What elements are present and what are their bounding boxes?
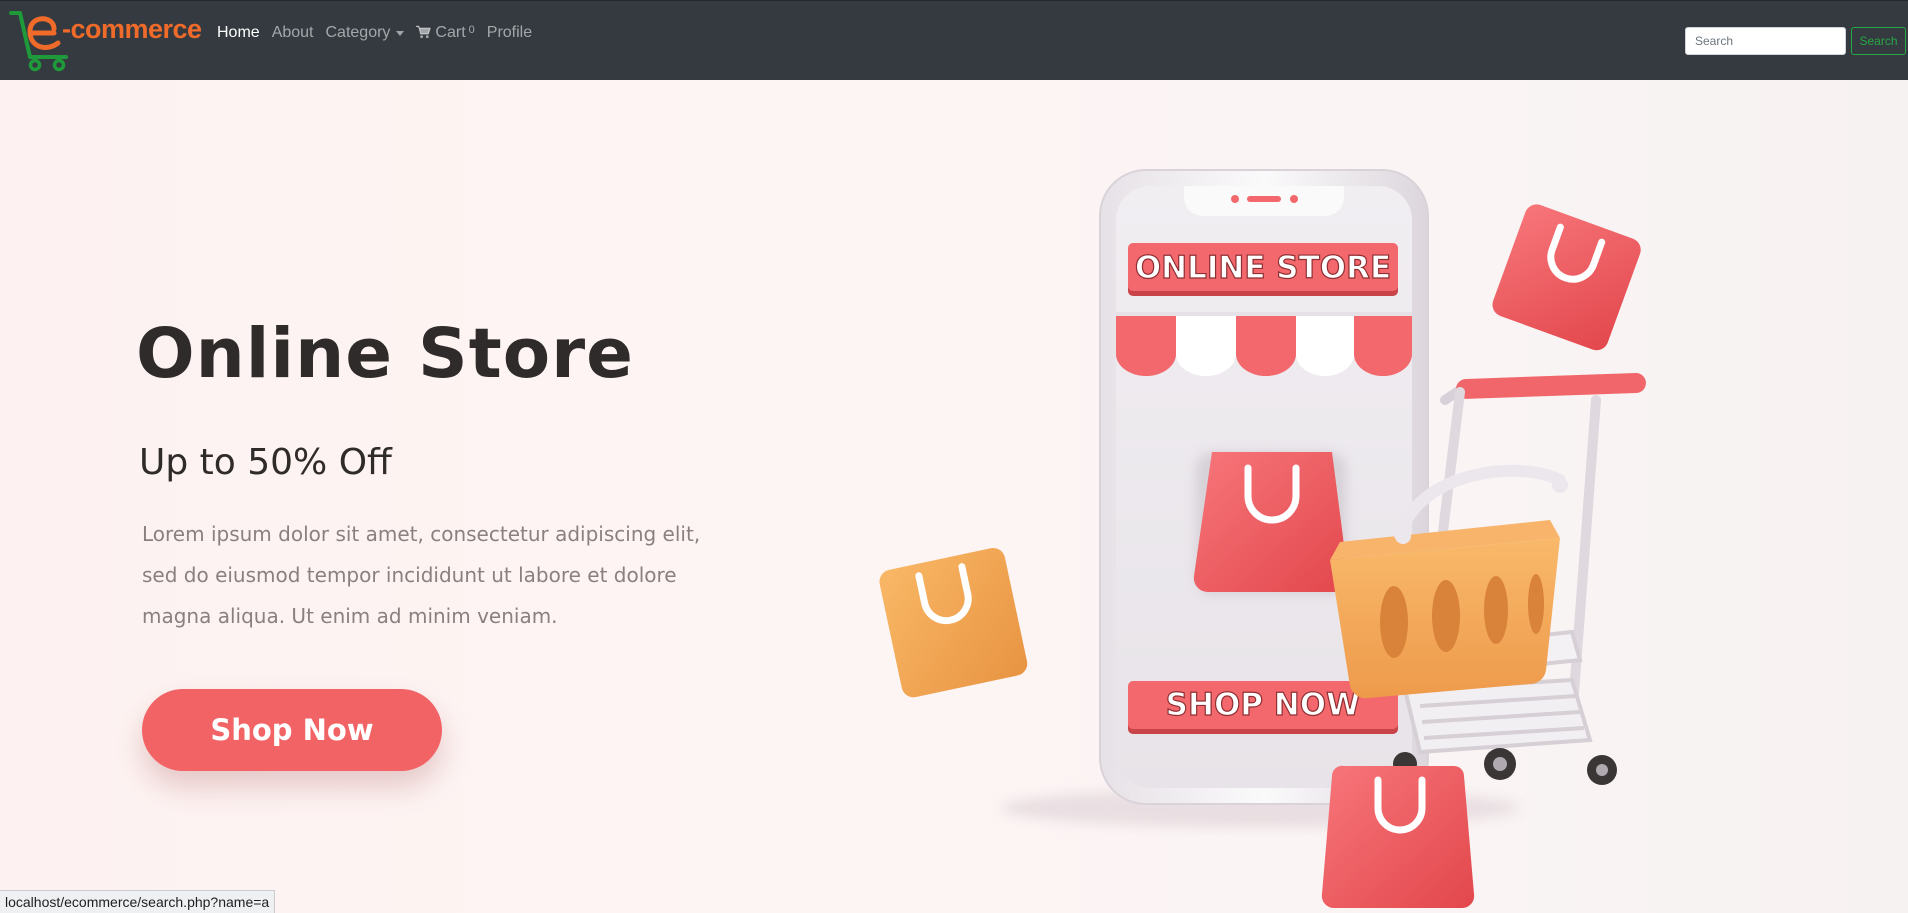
search-input[interactable] [1685,27,1846,55]
nav-link-label: Profile [486,24,533,41]
cart-count-badge: 0 [468,24,475,36]
online-store-sign-text: ONLINE STORE [1135,250,1391,286]
navbar: -commerce Home About Category Cart 0 Prof… [0,0,1908,80]
hero-description-line: sed do eiusmod tempor incididunt ut labo… [142,563,677,587]
hero-banner: Online Store Up to 50% Off Lorem ipsum d… [0,80,1908,913]
nav-link-label: Category [325,24,391,41]
hero-description: Lorem ipsum dolor sit amet, consectetur … [142,514,742,637]
nav-link-category-dropdown[interactable]: Category [326,22,405,44]
hero-subtitle: Up to 50% Off [139,442,392,483]
browser-status-bar: localhost/ecommerce/search.php?name=a [0,890,276,913]
caret-down-icon [396,31,405,36]
nav-link-about[interactable]: About [272,22,314,44]
search-button[interactable]: Search [1851,27,1906,55]
brand-logo[interactable]: -commerce [8,5,203,73]
shop-now-button[interactable]: Shop Now [142,689,442,771]
shopping-bag-icon [1492,204,1641,351]
nav-link-label: Cart [435,24,466,41]
brand-name: -commerce [62,14,202,44]
store-awning [1116,312,1412,376]
shopping-bag-icon [1321,765,1475,909]
shopping-bag-icon [1193,452,1349,594]
shopping-cart-logo-icon [9,11,68,72]
nav-link-profile[interactable]: Profile [487,22,532,44]
hero-description-line: Lorem ipsum dolor sit amet, consectetur … [142,522,701,546]
nav-menu: Home About Category Cart 0 Profile [217,22,544,44]
shopping-bag-icon [879,547,1028,698]
online-store-illustration: ONLINE STORE SHOP NOW [879,169,1646,909]
online-store-sign: ONLINE STORE [1128,243,1398,296]
nav-link-label: Home [217,24,260,41]
nav-link-cart[interactable]: Cart 0 [416,22,475,44]
shop-now-sign-text: SHOP NOW [1166,687,1361,723]
hero-title: Online Store [136,314,634,394]
shopping-cart-icon [416,25,432,39]
hero-description-line: magna aliqua. Ut enim ad minim veniam. [142,604,558,628]
nav-link-label: About [271,24,314,41]
nav-link-home[interactable]: Home [217,22,260,44]
